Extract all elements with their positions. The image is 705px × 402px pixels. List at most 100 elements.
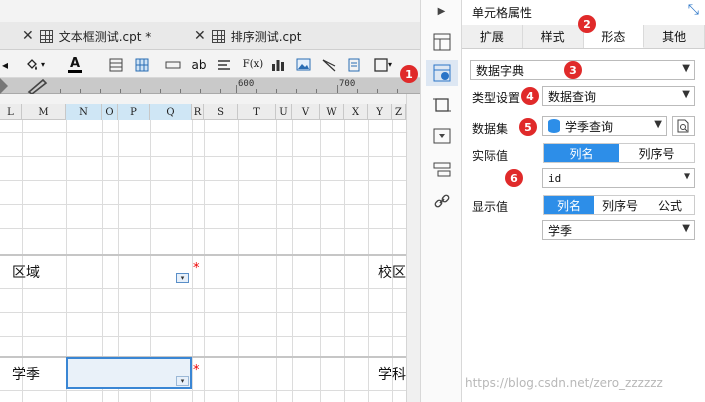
column-header-row: L M N O P Q R S T U V W X Y Z bbox=[0, 104, 420, 120]
horizontal-ruler: 600 700 bbox=[0, 78, 420, 95]
cell-term-label[interactable]: 学季 bbox=[12, 364, 40, 384]
column-header[interactable]: S bbox=[204, 104, 238, 120]
widget-type-value: 数据字典 bbox=[476, 63, 525, 78]
actual-mode-column-name[interactable]: 列名 bbox=[544, 144, 619, 162]
display-value-field-select[interactable]: 学季 ▼ bbox=[542, 220, 695, 240]
widget-dropdown-icon[interactable] bbox=[432, 126, 451, 145]
close-icon[interactable]: ✕ bbox=[194, 28, 206, 44]
collapse-panel-icon[interactable]: ⤡ bbox=[688, 2, 699, 18]
callout-badge: 6 bbox=[505, 169, 523, 187]
file-tab-textbox-test[interactable]: ✕ 文本框测试.cpt * bbox=[22, 22, 151, 50]
column-header[interactable]: Z bbox=[392, 104, 406, 120]
display-mode-column-name[interactable]: 列名 bbox=[544, 196, 594, 214]
format-toolbar: ◂ ▾ A ab F(x) ▾ bbox=[0, 51, 420, 78]
hyperlink-icon[interactable] bbox=[432, 191, 451, 210]
slash-line-icon[interactable] bbox=[321, 55, 337, 74]
formula-tool[interactable]: F(x) bbox=[242, 55, 264, 74]
report-grid[interactable] bbox=[0, 120, 406, 402]
cell-area-label[interactable]: 区域 bbox=[12, 262, 40, 282]
actual-mode-column-index[interactable]: 列序号 bbox=[619, 144, 694, 162]
column-header[interactable]: T bbox=[238, 104, 276, 120]
sub-report-icon[interactable] bbox=[346, 55, 362, 74]
template-properties-icon[interactable] bbox=[432, 32, 451, 51]
actual-value-mode-toggle: 列名 列序号 bbox=[543, 143, 695, 163]
chevron-down-icon: ▼ bbox=[654, 119, 662, 130]
widget-type-select[interactable]: 数据字典 ▼ bbox=[470, 60, 695, 80]
required-mark: * bbox=[193, 261, 200, 276]
column-header[interactable]: V bbox=[292, 104, 320, 120]
report-file-icon bbox=[211, 29, 225, 43]
vertical-scrollbar[interactable] bbox=[406, 94, 420, 402]
column-header[interactable]: X bbox=[344, 104, 368, 120]
column-header[interactable]: L bbox=[0, 104, 22, 120]
ruler-mark: 700 bbox=[339, 79, 356, 89]
type-setting-select[interactable]: 数据查询 ▼ bbox=[542, 86, 695, 106]
align-icon[interactable] bbox=[216, 55, 232, 74]
report-file-icon bbox=[39, 29, 53, 43]
tab-other[interactable]: 其他 bbox=[644, 25, 705, 48]
cell-properties-panel: 单元格属性 ⤡ 扩展 样式 形态 其他 数据字典 ▼ 类型设置 数据查询 ▼ 数… bbox=[462, 0, 705, 402]
column-header[interactable]: N bbox=[66, 104, 102, 120]
type-setting-label: 类型设置 bbox=[472, 91, 521, 105]
cell-grid-icon[interactable] bbox=[134, 55, 150, 74]
merge-cells-icon[interactable] bbox=[164, 55, 182, 74]
file-tab-label: 文本框测试.cpt * bbox=[58, 29, 152, 44]
actual-value-field-select[interactable]: id ▼ bbox=[542, 168, 695, 188]
dropdown-widget-icon: ▾ bbox=[176, 376, 189, 386]
display-value-mode-toggle: 列名 列序号 公式 bbox=[543, 195, 695, 215]
display-mode-column-index[interactable]: 列序号 bbox=[594, 196, 646, 214]
close-icon[interactable]: ✕ bbox=[22, 28, 34, 44]
text-tool[interactable]: ab bbox=[191, 55, 207, 74]
preview-dataset-button[interactable] bbox=[672, 116, 695, 136]
ruler-marker-icon bbox=[0, 78, 8, 94]
preview-icon bbox=[677, 119, 689, 133]
tab-style[interactable]: 样式 bbox=[523, 25, 584, 48]
dataset-value: 学季查询 bbox=[565, 119, 614, 134]
actual-value-field: id bbox=[548, 171, 562, 185]
column-header[interactable]: P bbox=[118, 104, 150, 120]
column-header[interactable]: R bbox=[192, 104, 204, 120]
condition-attribute-icon[interactable] bbox=[432, 160, 451, 179]
selected-cell[interactable]: ▾ bbox=[66, 357, 192, 389]
display-value-field: 学季 bbox=[548, 223, 573, 238]
cell-campus-label[interactable]: 校区 bbox=[378, 262, 406, 282]
image-icon[interactable] bbox=[295, 55, 311, 74]
chevron-down-icon: ▼ bbox=[683, 171, 690, 182]
column-header[interactable]: W bbox=[320, 104, 344, 120]
tab-expand[interactable]: 扩展 bbox=[462, 25, 523, 48]
panel-title: 单元格属性 bbox=[472, 6, 533, 20]
column-header[interactable]: U bbox=[276, 104, 292, 120]
chevron-down-icon: ▼ bbox=[682, 223, 690, 234]
column-header[interactable]: Q bbox=[150, 104, 192, 120]
dropdown-widget-icon: ▾ bbox=[176, 273, 189, 283]
column-header[interactable]: O bbox=[102, 104, 118, 120]
expand-arrow-icon[interactable]: ▶ bbox=[432, 2, 451, 21]
column-header[interactable]: Y bbox=[368, 104, 392, 120]
side-icon-strip: ▶ bbox=[420, 0, 462, 402]
chevron-down-icon: ▼ bbox=[682, 63, 690, 74]
borders-icon[interactable] bbox=[108, 55, 124, 74]
border-style-icon[interactable]: ▾ bbox=[372, 55, 394, 74]
report-designer: ✕ 文本框测试.cpt * ✕ 排序测试.cpt ▼ ◂ ▾ A ab bbox=[0, 0, 420, 402]
actual-value-label: 实际值 bbox=[472, 149, 509, 163]
callout-badge: 1 bbox=[400, 65, 418, 83]
watermark-text: https://blog.csdn.net/zero_zzzzzz bbox=[465, 376, 663, 390]
file-tab-sort-test[interactable]: ✕ 排序测试.cpt bbox=[194, 22, 301, 50]
display-mode-formula[interactable]: 公式 bbox=[646, 196, 694, 214]
font-color-icon[interactable]: A bbox=[60, 55, 90, 74]
cell-properties-icon[interactable] bbox=[426, 60, 458, 86]
dataset-label: 数据集 bbox=[472, 122, 509, 136]
dataset-select[interactable]: 学季查询 ▼ bbox=[542, 116, 667, 136]
cell-subject-label[interactable]: 学科 bbox=[378, 364, 406, 384]
required-mark: * bbox=[193, 363, 200, 378]
fill-color-icon[interactable]: ▾ bbox=[22, 55, 48, 74]
chart-icon[interactable] bbox=[270, 55, 286, 74]
display-value-label: 显示值 bbox=[472, 200, 509, 214]
file-tab-bar: ✕ 文本框测试.cpt * ✕ 排序测试.cpt ▼ bbox=[0, 22, 420, 66]
chevron-down-icon: ▼ bbox=[682, 89, 690, 100]
toolbar-scroll-left-icon[interactable]: ◂ bbox=[0, 55, 10, 74]
format-painter-icon[interactable] bbox=[26, 78, 48, 95]
column-header[interactable]: M bbox=[22, 104, 66, 120]
type-setting-value: 数据查询 bbox=[548, 89, 597, 104]
crop-icon[interactable] bbox=[432, 95, 451, 114]
